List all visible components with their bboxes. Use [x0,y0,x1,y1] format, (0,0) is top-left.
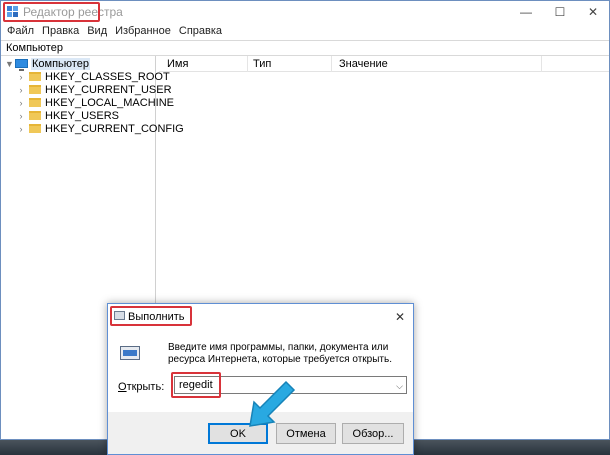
tree-item-hkey-local-machine[interactable]: › HKEY_LOCAL_MACHINE [17,96,175,109]
title-bar[interactable]: Редактор реестра — ☐ ✕ [1,1,609,23]
column-type[interactable]: Тип [253,58,271,70]
chevron-right-icon[interactable]: › [17,111,25,121]
chevron-down-icon[interactable]: ⌵ [396,378,403,394]
browse-button[interactable]: Обзор... [342,423,404,444]
tree-item-label: HKEY_LOCAL_MACHINE [45,96,174,109]
menu-view[interactable]: Вид [83,23,111,39]
column-value[interactable]: Значение [339,58,388,70]
chevron-right-icon[interactable]: › [17,124,25,134]
tree-item-hkey-current-user[interactable]: › HKEY_CURRENT_USER [17,83,172,96]
menu-favorites[interactable]: Избранное [111,23,175,39]
tree-item-label: HKEY_CURRENT_CONFIG [45,122,184,135]
tree-item-label: Компьютер [31,57,90,70]
tree-item-label: HKEY_CURRENT_USER [45,83,172,96]
title-highlight-box [3,2,100,22]
input-highlight-box [171,372,221,398]
chevron-right-icon[interactable]: › [17,98,25,108]
close-button[interactable]: ✕ [576,1,610,23]
maximize-button[interactable]: ☐ [543,1,577,23]
tree-item-hkey-users[interactable]: › HKEY_USERS [17,109,119,122]
menu-file[interactable]: Файл [1,23,38,39]
open-label: Открыть: [118,381,164,393]
tree-item-label: HKEY_USERS [45,109,119,122]
tree-item-hkey-current-config[interactable]: › HKEY_CURRENT_CONFIG [17,122,184,135]
tree-item-computer[interactable]: ▼ Компьютер [5,57,90,71]
values-list-header: Имя Тип Значение [159,56,609,72]
computer-icon [15,59,28,71]
dialog-description: Введите имя программы, папки, документа … [168,342,392,365]
folder-icon [29,72,41,81]
run-program-icon [120,346,140,360]
minimize-button[interactable]: — [509,1,543,23]
folder-icon [29,124,41,133]
column-divider[interactable] [541,56,542,72]
column-divider[interactable] [331,56,332,72]
column-divider[interactable] [247,56,248,72]
chevron-down-icon[interactable]: ▼ [5,59,14,69]
folder-icon [29,111,41,120]
tree-item-hkey-classes-root[interactable]: › HKEY_CLASSES_ROOT [17,70,170,83]
chevron-right-icon[interactable]: › [17,85,25,95]
pointer-arrow-icon [249,380,296,427]
chevron-right-icon[interactable]: › [17,72,25,82]
open-label-text: ткрыть: [126,381,165,393]
menu-help[interactable]: Справка [175,23,226,39]
menu-edit[interactable]: Правка [38,23,83,39]
menu-bar: Файл Правка Вид Избранное Справка [1,23,609,39]
open-label-accelerator: О [118,381,127,393]
title-highlight-box [110,306,192,326]
tree-item-label: HKEY_CLASSES_ROOT [45,70,170,83]
folder-icon [29,98,41,107]
folder-icon [29,85,41,94]
column-name[interactable]: Имя [167,58,188,70]
dialog-close-button[interactable]: ✕ [395,310,405,324]
address-bar[interactable]: Компьютер [1,40,609,56]
